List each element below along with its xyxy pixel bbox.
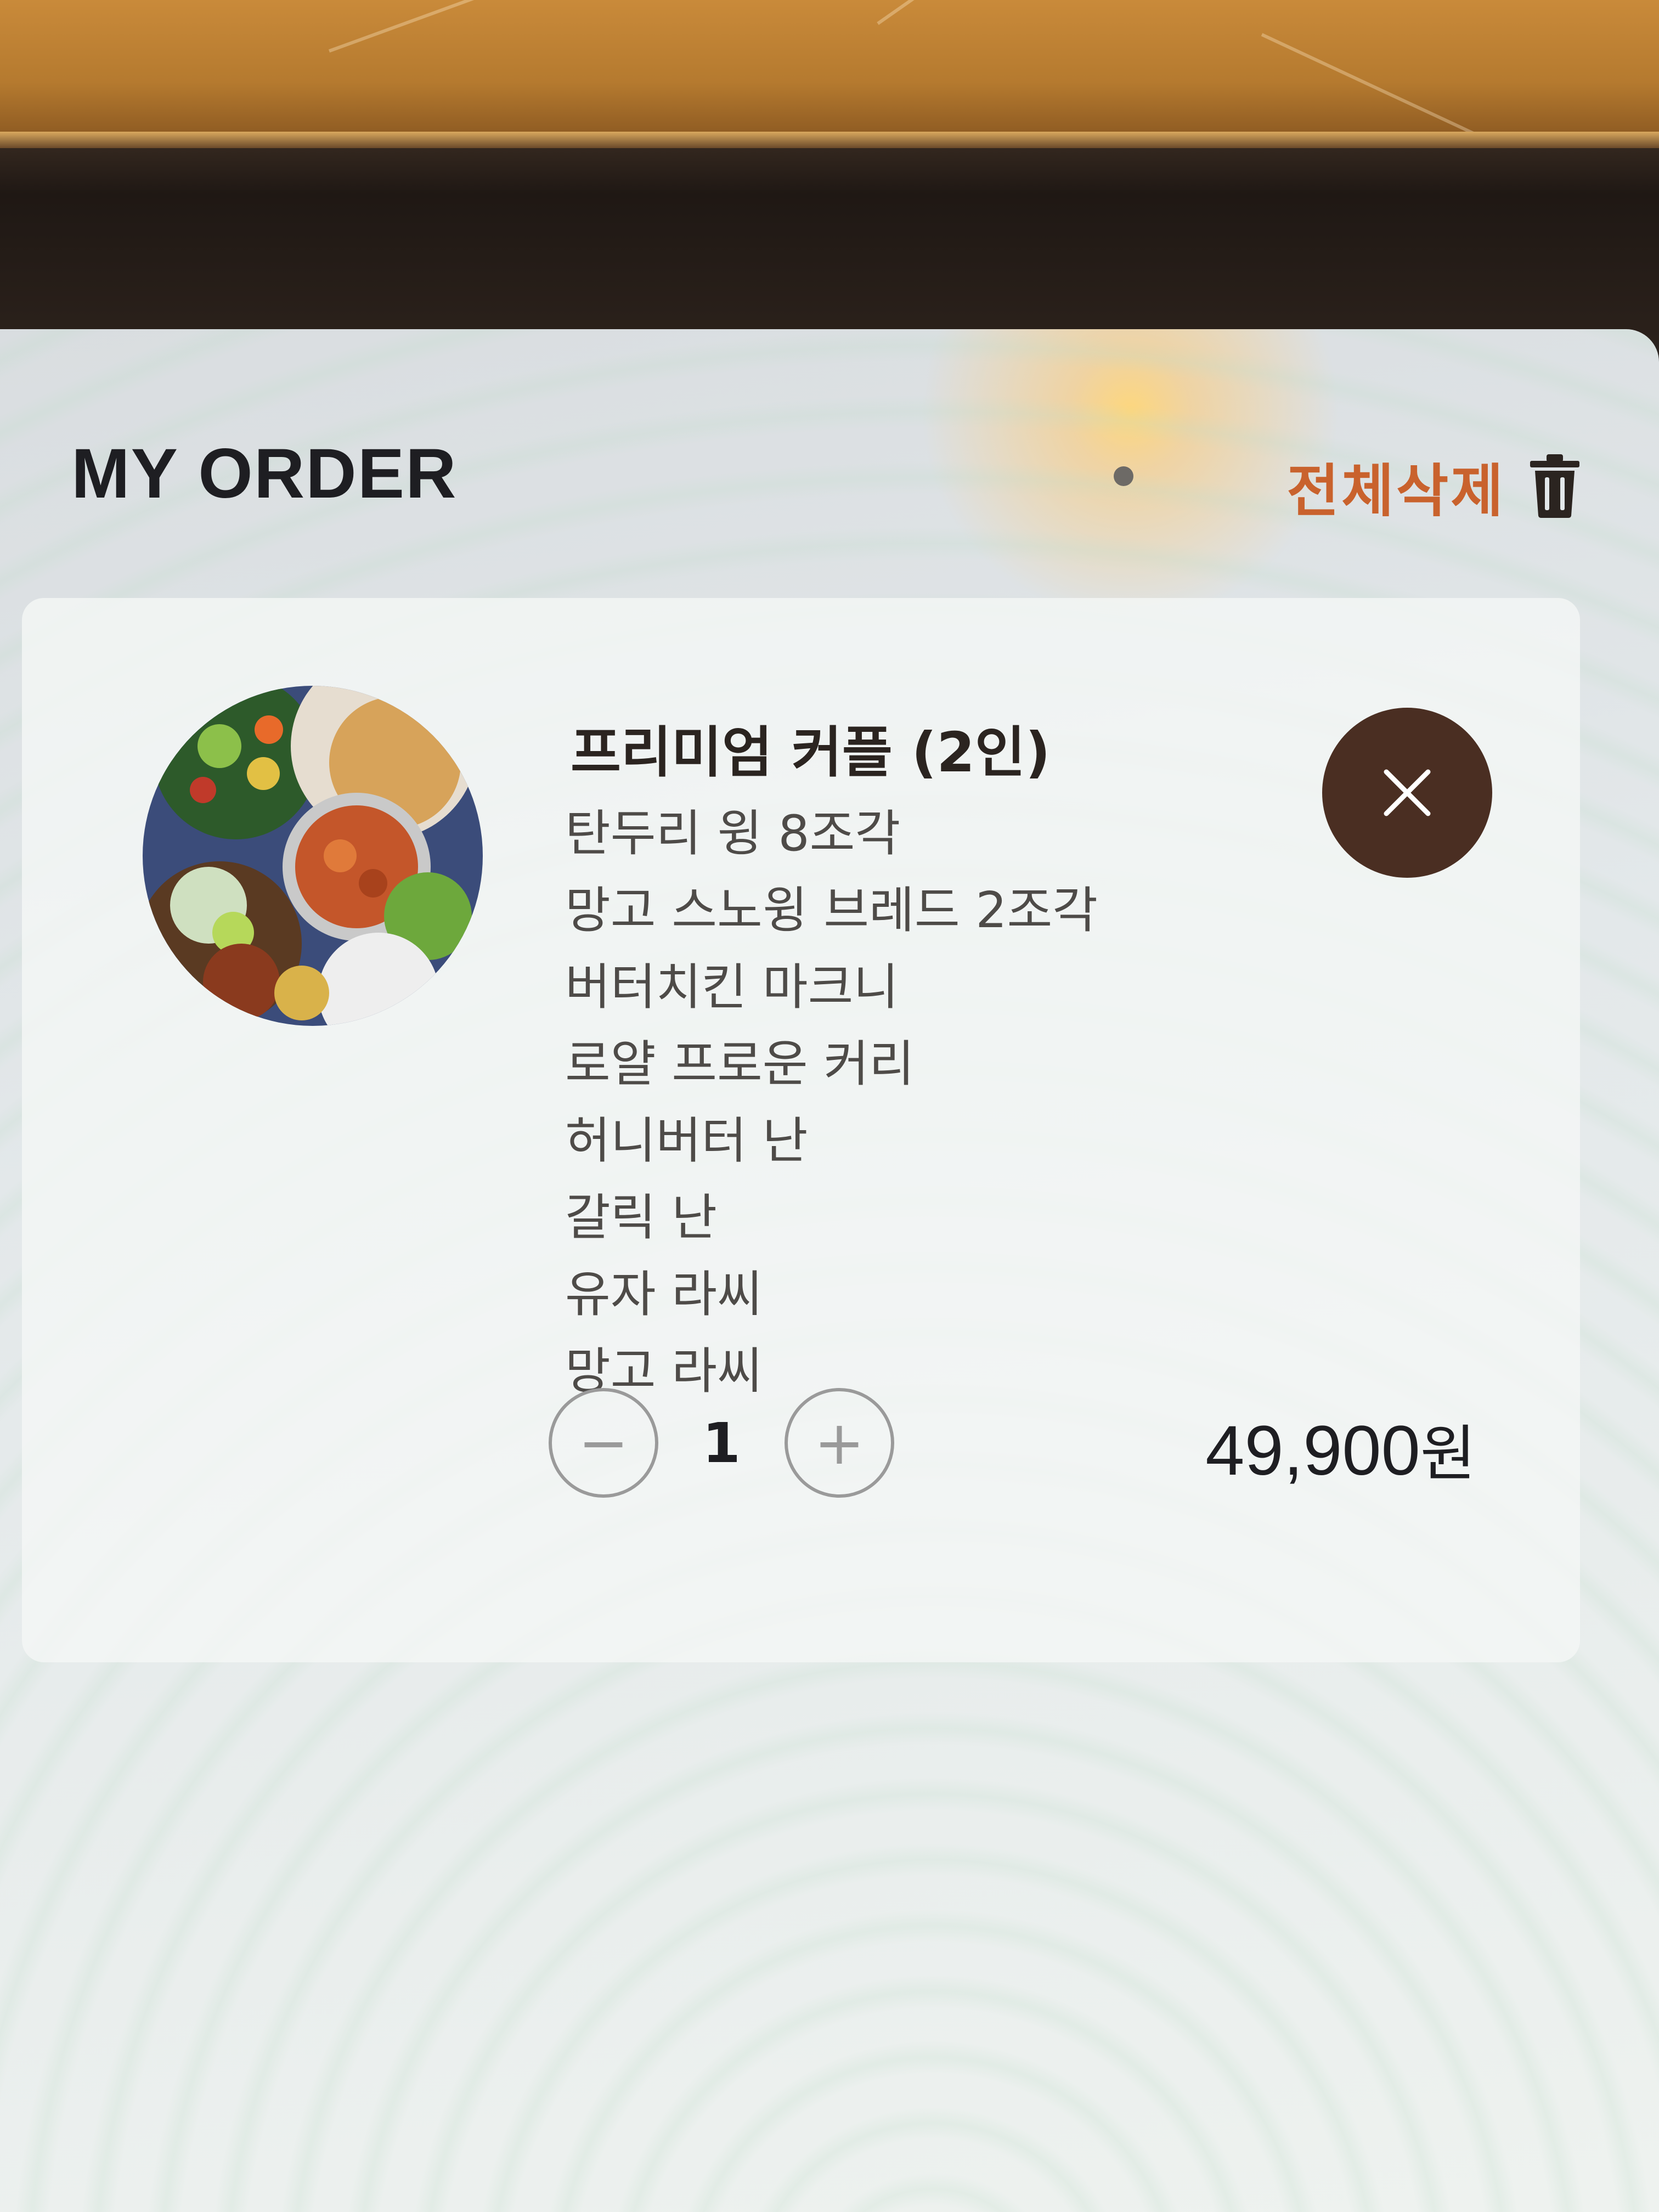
minus-icon: − <box>578 1408 629 1478</box>
plus-icon: + <box>814 1408 865 1478</box>
camera-dot <box>1114 466 1133 486</box>
component-item: 망고 스노윙 브레드 2조각 <box>565 882 1098 939</box>
close-icon <box>1384 769 1431 816</box>
component-item: 유자 라씨 <box>565 1266 763 1323</box>
item-name: 프리미엄 커플 (2인) <box>571 720 1051 785</box>
food-photo <box>143 686 483 1026</box>
item-components: 탄두리 윙 8조각 망고 스노윙 브레드 2조각 버터치킨 마크니 로얄 프로운… <box>565 795 1098 1410</box>
increment-button[interactable]: + <box>785 1388 894 1498</box>
quantity-stepper: − 1 + <box>549 1383 894 1503</box>
tablet-screen: MY ORDER 전체삭제 프리미엄 커플 (2인) 탄두리 윙 8조각 망고 … <box>0 329 1659 2212</box>
table-surface <box>0 0 1659 153</box>
clear-all-button[interactable]: 전체삭제 <box>1286 444 1582 527</box>
clear-all-label: 전체삭제 <box>1286 458 1505 524</box>
order-header: MY ORDER 전체삭제 <box>71 433 1588 524</box>
remove-item-button[interactable] <box>1322 708 1492 878</box>
price-unit: 원 <box>1420 1419 1476 1489</box>
price-amount: 49,900 <box>1205 1412 1420 1490</box>
component-item: 버터치킨 마크니 <box>565 958 899 1016</box>
component-item: 탄두리 윙 8조각 <box>565 805 901 862</box>
tablet-edge <box>0 132 1659 148</box>
decrement-button[interactable]: − <box>549 1388 658 1498</box>
trash-icon <box>1530 454 1579 518</box>
page-title: MY ORDER <box>71 435 458 513</box>
component-item: 갈릭 난 <box>565 1189 718 1246</box>
component-item: 허니버터 난 <box>565 1112 808 1170</box>
tablet-bezel <box>0 132 1659 340</box>
component-item: 로얄 프로운 커리 <box>565 1035 915 1093</box>
order-item-card: 프리미엄 커플 (2인) 탄두리 윙 8조각 망고 스노윙 브레드 2조각 버터… <box>22 598 1580 1662</box>
quantity-value: 1 <box>702 1410 741 1475</box>
item-price: 49,900원 <box>1205 1404 1476 1492</box>
